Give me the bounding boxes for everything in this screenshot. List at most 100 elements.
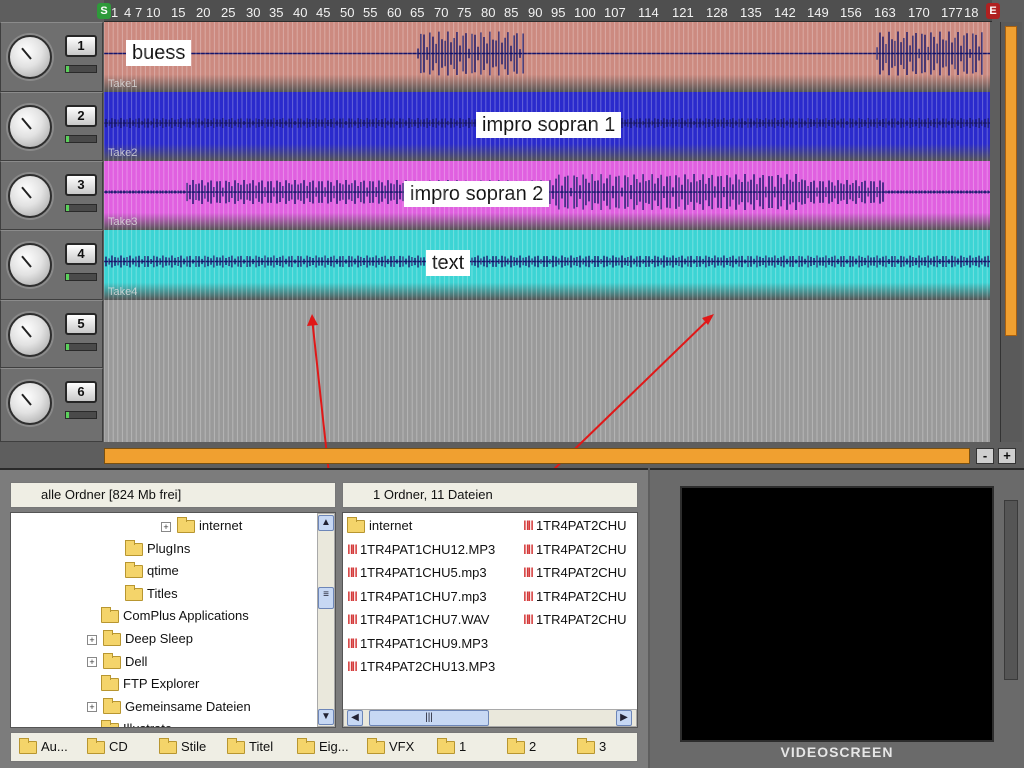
video-panel: VIDEOSCREEN bbox=[650, 468, 1024, 768]
tree-scroll-down-button[interactable]: ▼ bbox=[318, 709, 334, 725]
file-list-item[interactable]: ‖‖ 1TR4PAT2CHU13.MP3 bbox=[347, 658, 495, 678]
folder-label: Illustrate bbox=[123, 721, 172, 727]
folder-icon bbox=[103, 630, 121, 647]
folder-icon bbox=[125, 584, 143, 601]
audio-file-icon: ‖‖ bbox=[347, 541, 358, 557]
quick-folder-button[interactable]: Au... bbox=[19, 738, 68, 755]
folder-tree-item[interactable]: PlugIns bbox=[125, 539, 190, 560]
vertical-scroll-thumb[interactable] bbox=[1005, 26, 1017, 336]
audio-file-icon: ‖‖ bbox=[347, 565, 358, 580]
file-name: internet bbox=[369, 518, 413, 533]
expand-icon[interactable]: + bbox=[87, 657, 97, 668]
quick-folder-button[interactable]: Eig... bbox=[297, 738, 349, 755]
folder-icon bbox=[103, 697, 121, 714]
file-list-folder[interactable]: internet bbox=[347, 517, 412, 537]
folder-label: Titles bbox=[147, 585, 178, 601]
files-scroll-right-button[interactable]: ▶ bbox=[616, 710, 632, 726]
folder-tree-item[interactable]: + internet bbox=[161, 517, 242, 537]
quick-folder-button[interactable]: Titel bbox=[227, 738, 274, 755]
file-list-item[interactable]: ‖‖ 1TR4PAT2CHU bbox=[523, 517, 626, 537]
folder-icon bbox=[577, 738, 595, 755]
file-list[interactable]: internet ‖‖ 1TR4PAT1CHU12.MP3 ‖‖ 1TR4PAT1CHU… bbox=[342, 512, 638, 728]
folder-tree-item[interactable]: + Deep Sleep bbox=[87, 630, 193, 650]
folder-label: ComPlus Applications bbox=[123, 608, 249, 624]
tree-scrollbar[interactable] bbox=[317, 513, 335, 727]
file-list-item[interactable]: ‖‖ 1TR4PAT2CHU bbox=[523, 541, 626, 561]
folder-tree-item[interactable]: + Gemeinsame Dateien bbox=[87, 697, 251, 718]
folders-header: alle Ordner [824 Mb frei] bbox=[10, 482, 336, 508]
folder-label: Dell bbox=[125, 653, 148, 669]
file-name: 1TR4PAT2CHU bbox=[535, 518, 627, 533]
files-header: 1 Ordner, 11 Dateien bbox=[342, 482, 638, 508]
folder-tree-item[interactable]: Titles bbox=[125, 584, 178, 605]
folder-tree-item[interactable]: + Dell bbox=[87, 652, 148, 673]
quick-folder-label: 2 bbox=[529, 739, 537, 754]
tree-scroll-thumb[interactable]: ≡ bbox=[318, 587, 334, 609]
quick-folder-label: Titel bbox=[249, 739, 274, 754]
folder-label: Gemeinsame Dateien bbox=[125, 698, 251, 714]
files-scroll-thumb[interactable]: ||| bbox=[369, 710, 489, 726]
folder-icon bbox=[125, 539, 143, 556]
quick-folder-button[interactable]: Stile bbox=[159, 738, 207, 755]
expand-icon[interactable]: + bbox=[161, 521, 171, 532]
folder-icon bbox=[101, 720, 119, 727]
folder-tree-item[interactable]: Illustrate bbox=[101, 720, 172, 727]
folder-icon bbox=[367, 738, 385, 755]
quick-folder-button[interactable]: CD bbox=[87, 738, 128, 755]
folder-icon bbox=[347, 517, 365, 534]
quick-folder-button[interactable]: VFX bbox=[367, 738, 415, 755]
audio-file-icon: ‖‖ bbox=[523, 518, 534, 533]
audio-file-icon: ‖‖ bbox=[347, 635, 358, 651]
folder-tree[interactable]: + internet PlugIns qtime Titles ComPlus Appli… bbox=[10, 512, 336, 728]
tree-scroll-up-button[interactable]: ▲ bbox=[318, 515, 334, 531]
file-name: 1TR4PAT2CHU bbox=[535, 565, 627, 580]
quick-folder-button[interactable]: 2 bbox=[507, 738, 537, 755]
quick-folder-label: Stile bbox=[181, 739, 207, 754]
file-list-item[interactable]: ‖‖ 1TR4PAT2CHU bbox=[523, 564, 626, 584]
file-name: 1TR4PAT1CHU5.mp3 bbox=[359, 565, 487, 580]
quick-folder-button[interactable]: 3 bbox=[577, 738, 607, 755]
audio-file-icon: ‖‖ bbox=[347, 588, 358, 604]
folder-icon bbox=[177, 517, 195, 534]
zoom-in-button[interactable]: + bbox=[998, 448, 1016, 464]
file-list-item[interactable]: ‖‖ 1TR4PAT1CHU12.MP3 bbox=[347, 541, 495, 561]
folder-tree-item[interactable]: ComPlus Applications bbox=[101, 607, 249, 627]
quick-folder-label: Au... bbox=[41, 739, 68, 754]
quick-folder-label: VFX bbox=[389, 739, 415, 754]
audio-file-icon: ‖‖ bbox=[523, 612, 534, 627]
file-list-item[interactable]: ‖‖ 1TR4PAT1CHU7.mp3 bbox=[347, 588, 487, 608]
expand-icon[interactable]: + bbox=[87, 702, 97, 713]
file-list-item[interactable]: ‖‖ 1TR4PAT1CHU7.WAV bbox=[347, 611, 489, 631]
folder-icon bbox=[101, 607, 119, 624]
quick-folder-label: CD bbox=[109, 739, 128, 754]
audio-file-icon: ‖‖ bbox=[523, 588, 534, 604]
folder-tree-item[interactable]: FTP Explorer bbox=[101, 675, 199, 695]
quick-folder-button[interactable]: 1 bbox=[437, 738, 467, 755]
folder-icon bbox=[125, 562, 143, 579]
folder-tree-item[interactable]: qtime bbox=[125, 562, 179, 582]
zoom-out-button[interactable]: - bbox=[976, 448, 994, 464]
quick-folder-label: 3 bbox=[599, 739, 607, 754]
file-list-item[interactable]: ‖‖ 1TR4PAT2CHU bbox=[523, 588, 626, 608]
folder-up-icon bbox=[19, 738, 37, 755]
folder-label: internet bbox=[199, 518, 243, 533]
expand-icon[interactable]: + bbox=[87, 634, 97, 645]
file-name: 1TR4PAT2CHU bbox=[535, 612, 627, 627]
file-list-item[interactable]: ‖‖ 1TR4PAT2CHU bbox=[523, 611, 626, 631]
file-list-item[interactable]: ‖‖ 1TR4PAT1CHU9.MP3 bbox=[347, 635, 488, 655]
folder-label: FTP Explorer bbox=[123, 676, 200, 692]
folder-icon bbox=[507, 738, 525, 755]
audio-file-icon: ‖‖ bbox=[523, 565, 534, 580]
folder-icon bbox=[87, 738, 105, 755]
video-screen[interactable] bbox=[680, 486, 994, 742]
file-list-item[interactable]: ‖‖ 1TR4PAT1CHU5.mp3 bbox=[347, 564, 487, 584]
video-scrollbar[interactable] bbox=[1004, 500, 1018, 680]
file-name: 1TR4PAT1CHU9.MP3 bbox=[359, 635, 489, 651]
file-name: 1TR4PAT1CHU7.WAV bbox=[359, 612, 490, 627]
files-scroll-left-button[interactable]: ◀ bbox=[347, 710, 363, 726]
quick-folder-label: 1 bbox=[459, 739, 467, 754]
folder-icon bbox=[227, 738, 245, 755]
media-explorer: alle Ordner [824 Mb frei] 1 Ordner, 11 D… bbox=[0, 468, 648, 768]
file-name: 1TR4PAT2CHU bbox=[535, 541, 627, 557]
timeline-horizontal-scrollbar[interactable] bbox=[104, 448, 970, 464]
